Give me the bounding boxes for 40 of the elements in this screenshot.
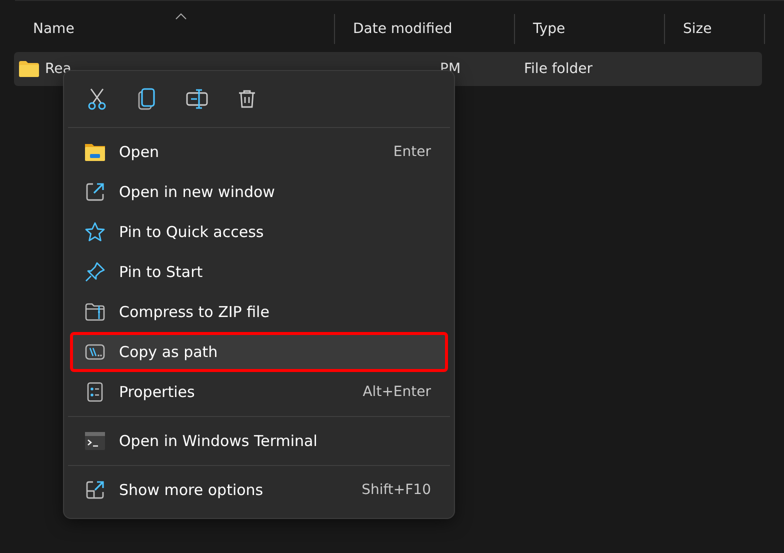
menu-item[interactable]: Pin to Start [70,252,448,292]
copy-icon [138,88,156,110]
menu-item[interactable]: Open in Windows Terminal [70,421,448,461]
folder-icon [85,143,105,161]
folder-icon [19,61,39,77]
menu-label: Open in Windows Terminal [119,432,318,450]
open-external-icon [85,182,105,202]
shortcut-text: Shift+F10 [362,482,431,498]
menu-label: Copy as path [119,343,219,361]
menu-label: Pin to Start [119,263,204,281]
menu-label: Open in new window [119,183,276,201]
menu-label: Open [119,143,160,161]
pin-icon [85,262,105,282]
column-header[interactable]: Name [33,21,74,37]
menu-label: Compress to ZIP file [119,303,270,321]
menu-label: Pin to Quick access [119,223,265,241]
zip-folder-icon [85,303,105,321]
menu-item[interactable]: Compress to ZIP file [70,292,448,332]
menu-item[interactable]: Pin to Quick access [70,212,448,252]
menu-item[interactable]: Properties Alt+Enter [70,372,448,412]
column-header[interactable]: Type [533,21,566,37]
scissors-icon [87,88,107,110]
rename-icon [186,89,208,109]
star-icon [85,222,105,242]
menu-item[interactable]: Open Enter [70,132,448,172]
type-cell-text: File folder [523,61,593,77]
menu-label: Show more options [119,481,264,499]
column-header[interactable]: Size [683,21,712,37]
menu-item[interactable]: Show more options Shift+F10 [70,470,448,510]
menu-label: Properties [119,383,196,401]
column-header[interactable]: Date modified [353,21,452,37]
trash-icon [238,89,256,109]
shortcut-text: Alt+Enter [362,384,431,400]
shortcut-text: Enter [393,144,431,160]
menu-item[interactable]: Copy as path [70,332,448,372]
path-icon [85,344,105,360]
expand-icon [85,480,105,500]
properties-icon [87,382,103,402]
menu-item[interactable]: Open in new window [70,172,448,212]
terminal-icon [85,432,105,450]
